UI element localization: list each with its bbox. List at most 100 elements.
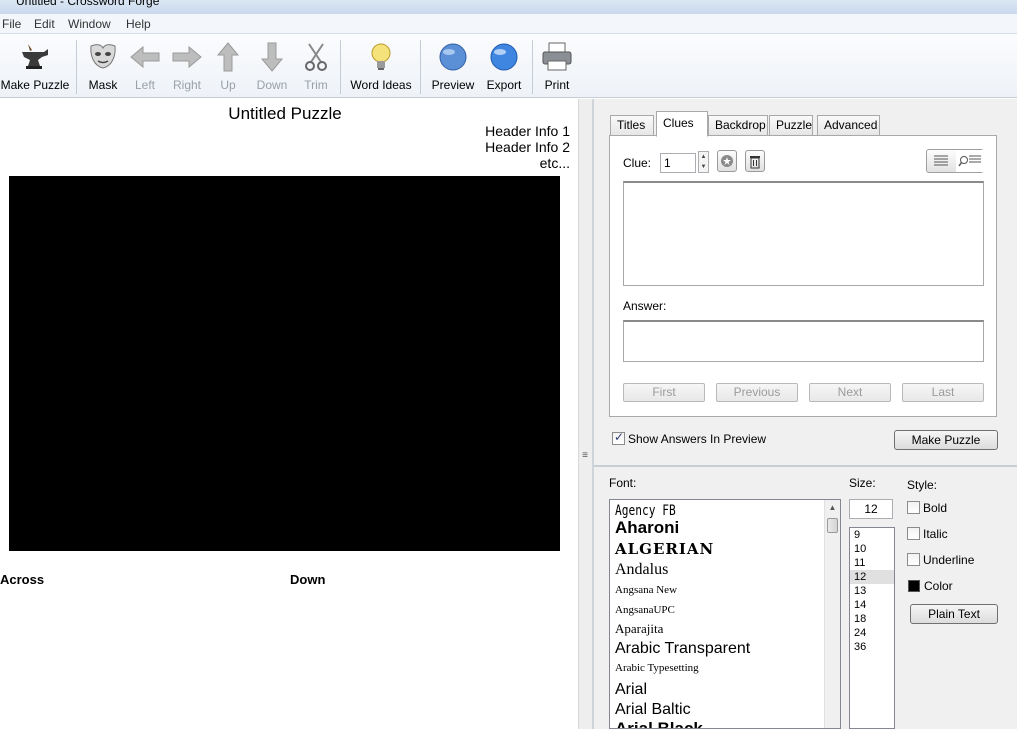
header-info-etc: etc... (539, 155, 570, 171)
spin-up-icon[interactable]: ▲ (699, 152, 708, 162)
clue-number-spinner[interactable]: ▲ ▼ (698, 151, 709, 173)
size-item[interactable]: 13 (850, 584, 894, 598)
font-item[interactable]: Andalus (615, 561, 668, 579)
down-heading: Down (290, 572, 326, 587)
answer-field[interactable] (623, 320, 984, 362)
star-icon (721, 155, 733, 167)
list-icon (934, 155, 948, 166)
font-item[interactable]: Arabic Transparent (615, 640, 750, 658)
arrow-right-icon (172, 45, 202, 69)
clue-label: Clue: (623, 156, 652, 170)
clue-text-area[interactable] (623, 181, 984, 286)
left-button[interactable]: Left (126, 38, 164, 96)
down-button[interactable]: Down (252, 38, 292, 96)
font-item[interactable]: Arial Baltic (615, 701, 691, 719)
underline-checkbox[interactable] (907, 553, 920, 566)
panel-splitter[interactable] (594, 465, 1017, 467)
delete-clue-button[interactable] (745, 150, 765, 172)
export-button[interactable]: Export (482, 38, 526, 96)
properties-panel: Titles Clues Backdrop Puzzle Advanced Cl… (594, 99, 1017, 729)
menu-file[interactable]: File (2, 17, 21, 31)
tab-backdrop[interactable]: Backdrop (708, 115, 768, 136)
answer-label: Answer: (623, 299, 667, 313)
font-item[interactable]: Arial Black (615, 719, 703, 728)
show-answers-checkbox[interactable] (612, 430, 625, 445)
toolbar-separator (532, 40, 533, 94)
right-button[interactable]: Right (168, 38, 206, 96)
font-size-list[interactable]: 9 10 11 12 13 14 18 24 36 (849, 527, 895, 729)
scroll-thumb[interactable] (827, 518, 838, 533)
font-item[interactable]: Arial (615, 681, 647, 699)
font-item[interactable]: Arabic Typesetting (615, 662, 699, 674)
menu-edit[interactable]: Edit (34, 17, 55, 31)
globe-icon (439, 43, 467, 71)
font-item[interactable]: AngsanaUPC (615, 604, 675, 616)
italic-checkbox[interactable] (907, 527, 920, 540)
tab-titles[interactable]: Titles (610, 115, 654, 136)
make-puzzle-button[interactable]: Make Puzzle (0, 38, 70, 96)
printer-icon (542, 42, 572, 71)
preview-scrollbar[interactable] (578, 99, 592, 729)
trim-button[interactable]: Trim (298, 38, 334, 96)
menu-window[interactable]: Window (68, 17, 111, 31)
font-item[interactable]: Angsana New (615, 584, 677, 596)
title-bar: Untitled - Crossword Forge (0, 0, 1017, 14)
bold-checkbox[interactable] (907, 501, 920, 514)
arrow-up-icon (216, 42, 240, 72)
window-title: Untitled - Crossword Forge (16, 0, 160, 8)
arrow-down-icon (260, 42, 284, 72)
mask-button[interactable]: Mask (84, 38, 122, 96)
list-view-button[interactable] (927, 150, 956, 172)
word-ideas-button[interactable]: Word Ideas (348, 38, 414, 96)
tab-advanced[interactable]: Advanced (817, 115, 880, 136)
toolbar-separator (340, 40, 341, 94)
search-view-button[interactable] (956, 150, 985, 172)
scroll-up-icon[interactable]: ▲ (825, 500, 840, 516)
tab-clues[interactable]: Clues (656, 111, 708, 137)
font-item[interactable]: Aharoni (615, 518, 679, 538)
size-item[interactable]: 10 (850, 542, 894, 556)
preview-button[interactable]: Preview (430, 38, 476, 96)
plain-text-button[interactable]: Plain Text (910, 604, 998, 624)
previous-button[interactable]: Previous (716, 383, 798, 402)
trash-icon (750, 156, 760, 169)
menu-help[interactable]: Help (126, 17, 151, 31)
header-info-2: Header Info 2 (485, 139, 570, 155)
clue-number-input[interactable]: 1 (660, 153, 696, 173)
font-item[interactable]: Aparajita (615, 621, 663, 637)
search-list-icon (958, 155, 981, 167)
size-item[interactable]: 24 (850, 626, 894, 640)
bold-label: Bold (923, 501, 948, 515)
toolbar-separator (76, 40, 77, 94)
size-item[interactable]: 36 (850, 640, 894, 654)
size-item[interactable]: 18 (850, 612, 894, 626)
font-label: Font: (609, 476, 637, 490)
underline-label: Underline (923, 553, 975, 567)
clues-tab-panel: Clue: 1 ▲ ▼ Answer: First Previous Next … (609, 135, 997, 417)
anvil-icon (22, 44, 48, 69)
size-item[interactable]: 14 (850, 598, 894, 612)
size-item-selected[interactable]: 12 (850, 570, 894, 584)
font-size-input[interactable]: 12 (849, 499, 893, 519)
splitter-grip-icon[interactable]: ≡ (579, 450, 591, 461)
show-answers-label: Show Answers In Preview (628, 432, 767, 446)
next-button[interactable]: Next (809, 383, 891, 402)
tab-puzzle[interactable]: Puzzle (769, 115, 813, 136)
font-list[interactable]: Agency FB Aharoni ALGERIAN Andalus Angsa… (609, 499, 841, 729)
add-clue-button[interactable] (717, 150, 737, 172)
size-item[interactable]: 11 (850, 556, 894, 570)
puzzle-grid[interactable] (9, 176, 560, 551)
color-swatch[interactable] (908, 580, 920, 592)
color-label: Color (924, 579, 953, 593)
make-puzzle-panel-button[interactable]: Make Puzzle (894, 430, 998, 450)
size-item[interactable]: 9 (850, 528, 894, 542)
font-list-scrollbar[interactable]: ▲ (824, 500, 840, 728)
print-button[interactable]: Print (538, 38, 576, 96)
puzzle-preview-pane: Untitled Puzzle Header Info 1 Header Inf… (0, 99, 578, 729)
font-item[interactable]: ALGERIAN (615, 540, 714, 558)
first-button[interactable]: First (623, 383, 705, 402)
spin-down-icon[interactable]: ▼ (699, 162, 708, 172)
last-button[interactable]: Last (902, 383, 984, 402)
font-item[interactable]: Agency FB (615, 503, 676, 519)
up-button[interactable]: Up (210, 38, 246, 96)
